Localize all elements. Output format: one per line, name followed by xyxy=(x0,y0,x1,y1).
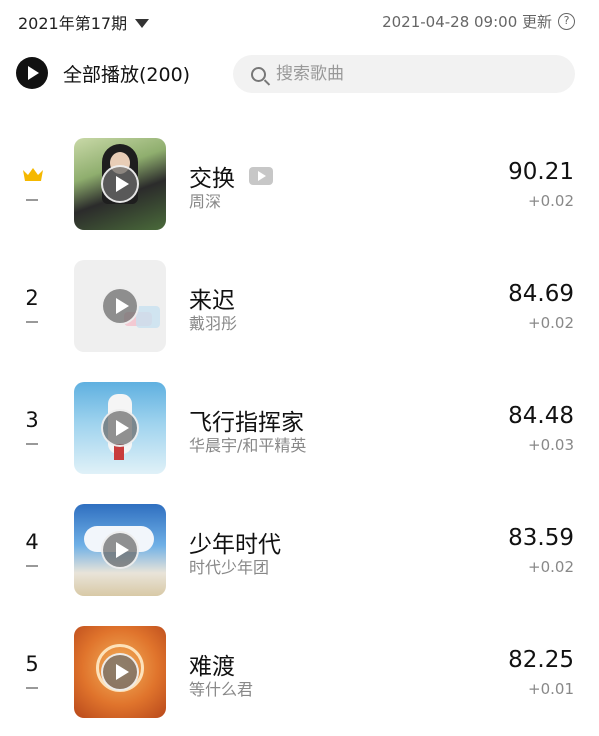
rank-cell xyxy=(12,138,52,230)
song-artist: 华晨宇/和平精英 xyxy=(189,436,307,455)
album-cover[interactable] xyxy=(74,260,166,352)
period-label: 2021年第17期 xyxy=(18,14,128,33)
cover-art xyxy=(136,306,160,328)
album-cover[interactable] xyxy=(74,504,166,596)
rank-cell: 5 xyxy=(12,626,52,718)
song-artist: 等什么君 xyxy=(189,680,254,699)
help-icon[interactable]: ? xyxy=(558,13,575,30)
rank-cell: 2 xyxy=(12,260,52,352)
score-delta: +0.02 xyxy=(528,192,574,210)
rank-change-icon xyxy=(26,321,38,323)
rank-cell: 4 xyxy=(12,504,52,596)
play-icon[interactable] xyxy=(101,409,139,447)
album-cover[interactable] xyxy=(74,626,166,718)
rank-number: 4 xyxy=(25,530,39,554)
score-delta: +0.01 xyxy=(528,680,574,698)
album-cover[interactable] xyxy=(74,382,166,474)
score-delta: +0.03 xyxy=(528,436,574,454)
song-score: 83.59 xyxy=(508,525,574,551)
crown-icon xyxy=(23,168,43,181)
rank-cell: 3 xyxy=(12,382,52,474)
song-row[interactable]: 4 少年时代 时代少年团 83.59 +0.02 xyxy=(0,504,599,596)
play-all-label: 全部播放(200) xyxy=(63,63,191,86)
play-icon[interactable] xyxy=(101,531,139,569)
action-bar: 全部播放(200) xyxy=(0,55,599,95)
search-input[interactable] xyxy=(276,64,556,84)
rank-number: 2 xyxy=(25,286,39,310)
song-score: 84.48 xyxy=(508,403,574,429)
song-artist: 周深 xyxy=(189,192,222,211)
mv-video-icon[interactable] xyxy=(249,167,273,185)
play-icon[interactable] xyxy=(101,287,139,325)
chart-header: 2021年第17期 2021-04-28 09:00 更新 ? xyxy=(0,0,599,42)
album-cover[interactable] xyxy=(74,138,166,230)
play-icon xyxy=(16,57,48,89)
search-icon xyxy=(251,66,266,82)
search-box[interactable] xyxy=(233,55,575,93)
song-score: 90.21 xyxy=(508,159,574,185)
song-row[interactable]: 5 难渡 等什么君 82.25 +0.01 xyxy=(0,626,599,718)
update-info: 2021-04-28 09:00 更新 ? xyxy=(382,11,575,32)
period-selector[interactable]: 2021年第17期 xyxy=(18,10,150,34)
song-row[interactable]: 2 来迟 戴羽彤 84.69 +0.02 xyxy=(0,260,599,352)
song-score: 82.25 xyxy=(508,647,574,673)
song-row[interactable]: 3 飞行指挥家 华晨宇/和平精英 84.48 +0.03 xyxy=(0,382,599,474)
rank-change-icon xyxy=(26,565,38,567)
play-icon[interactable] xyxy=(101,165,139,203)
rank-change-icon xyxy=(26,443,38,445)
song-artist: 戴羽彤 xyxy=(189,314,238,333)
song-artist: 时代少年团 xyxy=(189,558,270,577)
rank-change-icon xyxy=(26,687,38,689)
score-delta: +0.02 xyxy=(528,314,574,332)
song-score: 84.69 xyxy=(508,281,574,307)
rank-number: 5 xyxy=(25,652,39,676)
play-all-button[interactable]: 全部播放(200) xyxy=(16,57,190,89)
caret-down-icon xyxy=(135,18,150,28)
rank-number: 3 xyxy=(25,408,39,432)
score-delta: +0.02 xyxy=(528,558,574,576)
play-icon[interactable] xyxy=(101,653,139,691)
song-row[interactable]: 交换 周深 90.21 +0.02 xyxy=(0,138,599,230)
update-time: 2021-04-28 09:00 更新 xyxy=(382,13,552,31)
rank-change-icon xyxy=(26,199,38,201)
